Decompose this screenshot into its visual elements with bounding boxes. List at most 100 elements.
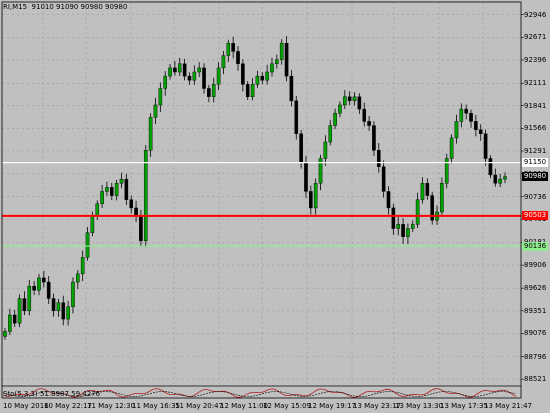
price-tick-label: 91566: [524, 124, 547, 133]
candle-up: [168, 67, 172, 77]
candle-down: [207, 88, 211, 97]
candle-up: [275, 59, 279, 64]
candle-down: [483, 133, 488, 159]
candle-down: [129, 199, 134, 209]
candle-down: [294, 100, 299, 134]
candle-up: [148, 117, 153, 151]
candle-up: [265, 71, 269, 81]
candle-up: [56, 302, 61, 312]
price-tick-label: 88521: [524, 375, 547, 384]
candle-down: [173, 67, 177, 73]
candle-down: [386, 191, 391, 209]
candle-up: [8, 314, 12, 332]
candle-up: [66, 306, 70, 320]
candle-up: [352, 96, 357, 102]
candle-up: [85, 232, 90, 258]
candle-up: [343, 96, 347, 106]
candle-up: [211, 84, 216, 97]
candle-down: [42, 277, 46, 283]
candle-up: [270, 63, 274, 73]
price-tick-label: 89626: [524, 284, 547, 293]
candle-down: [12, 314, 17, 324]
candle-down: [474, 121, 478, 130]
candle-up: [100, 191, 104, 204]
price-tick-label: 92946: [524, 10, 547, 19]
candle-down: [304, 162, 308, 192]
candle-up: [90, 215, 95, 233]
candle-up: [255, 75, 260, 85]
candle-down: [367, 121, 371, 126]
candlestick-series: [3, 36, 507, 340]
candle-down: [236, 51, 240, 64]
candle-up: [440, 183, 444, 213]
candle-up: [37, 277, 41, 291]
candle-down: [61, 302, 66, 320]
candle-down: [109, 187, 114, 196]
candle-down: [241, 63, 245, 85]
candle-up: [197, 67, 201, 73]
candle-down: [488, 158, 493, 176]
time-tick-label: 11 May 12:30: [87, 402, 136, 410]
candle-down: [493, 174, 498, 184]
candle-down: [124, 178, 129, 200]
time-tick-label: 13 May 17:35: [440, 402, 489, 410]
candle-up: [119, 178, 124, 184]
candle-down: [347, 96, 352, 102]
green-level-badge: 90136: [522, 241, 548, 251]
price-tick-label: 88796: [524, 352, 547, 361]
candle-down: [245, 84, 250, 97]
candle-up: [459, 108, 464, 122]
candle-down: [187, 75, 192, 81]
candle-down: [372, 125, 376, 151]
candle-down: [202, 67, 206, 89]
candle-down: [299, 133, 303, 163]
candle-down: [464, 108, 468, 114]
price-tick-label: 91841: [524, 101, 547, 110]
candle-up: [250, 84, 255, 97]
candle-down: [51, 298, 56, 312]
time-tick-label: 13 May 13:30: [395, 402, 444, 410]
candle-up: [153, 104, 158, 118]
chart-canvas[interactable]: [0, 0, 550, 413]
candle-up: [328, 125, 333, 143]
candle-down: [362, 108, 367, 122]
candle-up: [105, 187, 109, 192]
candle-up: [338, 104, 342, 114]
candle-up: [279, 42, 284, 60]
candle-up: [216, 67, 221, 85]
candle-up: [27, 285, 32, 312]
candle-up: [163, 75, 167, 89]
candle-up: [498, 178, 502, 184]
candle-down: [376, 150, 381, 167]
candle-up: [192, 71, 197, 81]
time-tick-label: 13 May 21:47: [484, 402, 533, 410]
candle-down: [260, 75, 265, 81]
price-tick-label: 92671: [524, 33, 547, 42]
price-tick-label: 92111: [524, 79, 547, 88]
candle-up: [323, 141, 328, 159]
chart-window: RI,M15 91010 91090 90980 90980 92946 9267…: [0, 0, 550, 413]
indicator-label: Sto(5,3,3) 51.8987 59.4276: [3, 390, 101, 398]
candle-up: [420, 183, 425, 200]
candle-down: [32, 285, 36, 291]
candle-up: [114, 183, 119, 196]
candle-down: [231, 42, 235, 52]
candle-up: [449, 137, 454, 159]
time-tick-label: 12 May 11:00: [220, 402, 269, 410]
candle-up: [415, 199, 420, 225]
candle-up: [396, 224, 401, 229]
time-tick-label: 13 May 23:17: [353, 402, 402, 410]
candle-up: [226, 42, 231, 56]
time-tick-label: 10 May 22:17: [44, 402, 93, 410]
candle-down: [284, 42, 289, 77]
price-tick-label: 90736: [524, 192, 547, 201]
time-tick-label: 11 May 20:47: [175, 402, 224, 410]
candle-down: [46, 281, 51, 299]
candle-down: [478, 129, 483, 134]
candle-up: [410, 224, 415, 229]
candle-down: [391, 207, 396, 229]
white-level-badge: 91150: [522, 158, 548, 168]
candle-down: [469, 112, 473, 122]
candle-down: [22, 298, 27, 312]
candle-up: [158, 88, 163, 106]
